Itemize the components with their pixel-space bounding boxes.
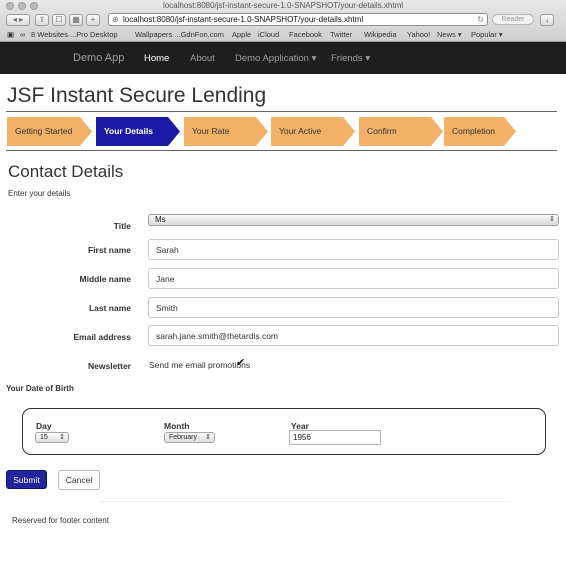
share-icon: ⇪ — [38, 15, 46, 24]
bookmark-item[interactable]: Yahoo! — [407, 30, 430, 39]
bookmarks-book-icon[interactable]: ▣ — [7, 30, 14, 39]
newsletter-label: Newsletter — [88, 361, 131, 371]
footer-text: Reserved for footer content — [12, 516, 109, 525]
refresh-icon[interactable]: ↻ — [477, 14, 484, 25]
day-select[interactable]: 15 ⇕ — [35, 432, 69, 443]
bookmark-item[interactable]: Twitter — [330, 30, 352, 39]
browser-toolbar: ◂ ▸ ⇪ ☐ ▦ + ⊕ localhost:8080/jsf-instant… — [0, 12, 566, 28]
title-select-value: Ms — [155, 215, 166, 224]
reading-list-icon[interactable]: ∞ — [20, 30, 25, 39]
window-title: localhost:8080/jsf-instant-secure-1.0-SN… — [162, 1, 404, 10]
back-forward-buttons[interactable]: ◂ ▸ — [6, 14, 30, 26]
middle-name-input[interactable] — [148, 268, 559, 289]
bookmark-item[interactable]: Popular ▾ — [471, 30, 503, 39]
year-input[interactable] — [289, 430, 381, 445]
submit-button[interactable]: Submit — [6, 470, 47, 489]
url-text[interactable]: localhost:8080/jsf-instant-secure-1.0-SN… — [123, 15, 363, 24]
page-title: JSF Instant Secure Lending — [7, 84, 267, 107]
book-icon: ☐ — [55, 15, 63, 24]
add-tab-button[interactable]: + — [86, 14, 100, 26]
bookmarks-bar: ▣ ∞ 8 Websites ...Pro Desktop Wallpapers… — [0, 28, 566, 41]
wizard-divider — [6, 150, 557, 151]
last-name-label: Last name — [88, 303, 131, 313]
first-name-label: First name — [88, 245, 131, 255]
downloads-icon: ↓ — [545, 15, 549, 24]
updown-arrows-icon: ⇕ — [59, 434, 65, 441]
navbar-brand[interactable]: Demo App — [73, 52, 124, 64]
step-your-details[interactable]: Your Details — [96, 117, 180, 146]
bookmark-item[interactable]: iCloud — [258, 30, 279, 39]
title-label: Title — [113, 221, 131, 231]
step-your-active[interactable]: Your Active — [271, 117, 355, 146]
wizard-steps: Getting Started Your Details Your Rate Y… — [7, 117, 559, 146]
cancel-button[interactable]: Cancel — [58, 470, 100, 490]
bookmarks-button[interactable]: ☐ — [52, 14, 66, 26]
bookmark-item[interactable]: Facebook — [289, 30, 322, 39]
newsletter-option-text[interactable]: Send me email promotions — [149, 360, 250, 370]
topsites-button[interactable]: ▦ — [69, 14, 83, 26]
day-select-value: 15 — [40, 434, 48, 441]
globe-icon: ⊕ — [112, 15, 119, 24]
address-bar[interactable]: ⊕ localhost:8080/jsf-instant-secure-1.0-… — [108, 13, 488, 26]
email-input[interactable] — [148, 325, 559, 346]
newsletter-checkbox[interactable]: ✔ — [236, 356, 245, 369]
dob-title: Your Date of Birth — [6, 384, 74, 393]
app-navbar: Demo App Home About Demo Application ▾ F… — [0, 42, 566, 74]
downloads-button[interactable]: ↓ — [540, 14, 554, 26]
header-divider — [6, 111, 557, 112]
bookmark-item[interactable]: Wikipedia — [364, 30, 397, 39]
month-select[interactable]: February ⇕ — [164, 432, 215, 443]
nav-item-demo-application[interactable]: Demo Application ▾ — [235, 53, 316, 64]
nav-item-friends[interactable]: Friends ▾ — [331, 53, 370, 64]
email-label: Email address — [73, 332, 131, 342]
intro-text: Enter your details — [8, 189, 71, 198]
month-select-value: February — [169, 434, 198, 441]
plus-icon: + — [90, 15, 96, 24]
updown-arrows-icon: ⇕ — [205, 434, 211, 441]
last-name-input[interactable] — [148, 297, 559, 318]
footer-divider — [100, 501, 510, 502]
middle-name-label: Middle name — [79, 274, 131, 284]
browser-chrome: localhost:8080/jsf-instant-secure-1.0-SN… — [0, 0, 566, 42]
dob-panel — [22, 408, 546, 455]
title-select[interactable]: Ms ⇕ — [148, 214, 559, 226]
step-your-rate[interactable]: Your Rate — [184, 117, 268, 146]
bookmark-item[interactable]: Wallpapers ...GdnFon.com — [135, 30, 224, 39]
nav-item-home[interactable]: Home — [144, 53, 169, 64]
bookmark-item[interactable]: Apple — [232, 30, 251, 39]
share-button[interactable]: ⇪ — [35, 14, 49, 26]
updown-arrows-icon: ⇕ — [549, 216, 555, 223]
month-label: Month — [164, 421, 190, 431]
bookmark-item[interactable]: 8 Websites ...Pro Desktop — [31, 30, 118, 39]
day-label: Day — [36, 421, 52, 431]
step-confirm[interactable]: Confirm — [359, 117, 443, 146]
forward-arrow-icon[interactable]: ▸ — [19, 15, 23, 24]
step-completion[interactable]: Completion — [444, 117, 516, 146]
reader-button[interactable]: Reader — [492, 14, 534, 25]
window-title-bar: localhost:8080/jsf-instant-secure-1.0-SN… — [0, 0, 566, 12]
back-arrow-icon[interactable]: ◂ — [13, 15, 17, 24]
bookmark-item[interactable]: News ▾ — [437, 30, 462, 39]
grid-icon: ▦ — [72, 15, 80, 24]
section-title: Contact Details — [8, 162, 124, 181]
nav-item-about[interactable]: About — [190, 53, 215, 64]
step-getting-started[interactable]: Getting Started — [7, 117, 92, 146]
first-name-input[interactable] — [148, 239, 559, 260]
